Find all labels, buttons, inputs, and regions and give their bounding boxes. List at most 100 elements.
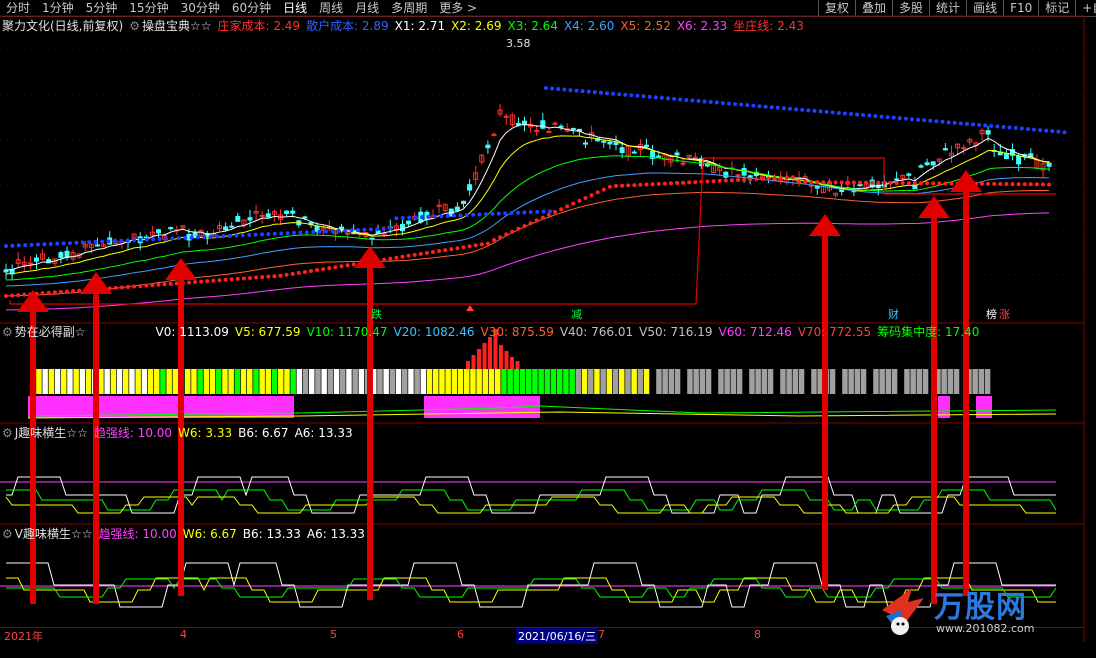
resistance-dot [1013, 126, 1018, 131]
volume-bar [619, 369, 625, 394]
resistance-dot [861, 113, 866, 118]
resistance-dot [87, 240, 92, 245]
volume-value-2: V10: 1170.47 [306, 325, 388, 339]
resistance-dot [830, 110, 835, 115]
resistance-dot [61, 241, 66, 246]
gear-icon[interactable]: ⚙ [2, 325, 13, 339]
volume-bar [98, 369, 104, 394]
watermark: 万股网 www.201082.com [872, 580, 1062, 642]
resistance-dot [989, 123, 994, 128]
buy-arrow-head [165, 258, 197, 280]
volume-bar [445, 369, 451, 394]
support-dot [498, 235, 503, 240]
volume-spike [477, 349, 481, 369]
support-dot [119, 285, 124, 290]
support-dot [449, 247, 454, 252]
resistance-dot [221, 234, 226, 239]
v-indicator-values: 趋强线: 10.00 W6: 6.67 B6: 13.33 A6: 13.33 [99, 527, 371, 541]
support-dot [1047, 182, 1052, 187]
volume-bar [724, 369, 730, 394]
volume-bar [79, 369, 86, 394]
support-dot [900, 181, 905, 186]
gear-icon[interactable]: ⚙ [2, 426, 13, 440]
resistance-dot [1044, 128, 1049, 133]
support-dot [992, 181, 997, 186]
support-dot [1034, 182, 1039, 187]
resistance-dot [420, 215, 424, 220]
resistance-dot [208, 234, 213, 239]
resistance-dot [977, 122, 982, 127]
support-dot [400, 254, 405, 259]
resistance-dot [285, 231, 290, 236]
support-dot [876, 180, 881, 185]
volume-bar [792, 369, 799, 394]
resistance-dot [684, 97, 689, 102]
resistance-dot [452, 213, 456, 218]
volume-bar [240, 369, 247, 394]
resistance-dot [432, 214, 437, 219]
volume-bar [705, 369, 712, 394]
support-dot [58, 289, 63, 294]
volume-value-4: V30: 875.59 [480, 325, 554, 339]
volume-bar [674, 369, 681, 394]
candle-body [1003, 153, 1009, 160]
support-dot [1010, 182, 1015, 187]
watermark-brand: 万股网 [934, 590, 1027, 625]
volume-bar [383, 369, 389, 394]
support-dot [382, 257, 387, 262]
resistance-dot [4, 244, 8, 248]
resistance-dot [897, 116, 902, 121]
candle-body [942, 148, 948, 151]
support-dot [321, 267, 326, 272]
peak-marker [466, 305, 474, 311]
support-dot [1004, 182, 1009, 187]
volume-bar [315, 369, 321, 394]
resistance-dot [368, 227, 373, 232]
support-dot [333, 265, 338, 270]
support-dot [827, 180, 832, 185]
support-dot [894, 180, 899, 185]
support-dot [888, 180, 893, 185]
candle-body [467, 184, 473, 191]
candle-body [284, 210, 290, 214]
support-dot [345, 263, 350, 268]
v-value-1: W6: 6.67 [182, 527, 237, 541]
support-dot [705, 179, 710, 184]
volume-bar [811, 369, 817, 394]
resistance-dot [733, 102, 738, 107]
candle-body [857, 184, 863, 187]
volume-bar [588, 369, 594, 394]
support-dot [394, 255, 399, 260]
buy-arrow-head [918, 196, 950, 218]
volume-bar [848, 369, 854, 394]
signal-label-zhang: 涨 [999, 308, 1010, 321]
volume-bar [185, 369, 191, 394]
volume-bar [135, 369, 141, 394]
volume-panel-title[interactable]: 势在必得副☆ [15, 325, 86, 339]
gear-icon[interactable]: ⚙ [2, 527, 13, 541]
resistance-dot [304, 230, 309, 235]
volume-bar [767, 369, 774, 394]
resistance-dot [509, 211, 514, 216]
support-dot [455, 246, 460, 251]
j-panel-title[interactable]: J趣味横生☆☆ [15, 426, 88, 440]
resistance-dot [928, 118, 933, 123]
volume-bar [234, 369, 241, 394]
resistance-dot [477, 212, 482, 217]
v-value-0: 趋强线: 10.00 [98, 527, 177, 541]
resistance-dot [739, 102, 744, 107]
resistance-dot [763, 104, 768, 109]
date-label-4: 4 [180, 628, 187, 641]
support-dot [461, 245, 466, 250]
signal-label-die: 跌 [371, 308, 382, 321]
candle-body [406, 220, 412, 225]
indicator-name[interactable]: 操盘宝典 [142, 19, 190, 33]
support-dot [681, 180, 686, 185]
volume-bar [61, 369, 67, 394]
volume-bar [631, 369, 637, 394]
support-dot [553, 210, 557, 214]
volume-bar [259, 369, 265, 394]
gear-icon[interactable]: ⚙ [129, 19, 140, 33]
support-dot [803, 180, 808, 185]
v-panel-title[interactable]: V趣味横生☆☆ [15, 527, 93, 541]
